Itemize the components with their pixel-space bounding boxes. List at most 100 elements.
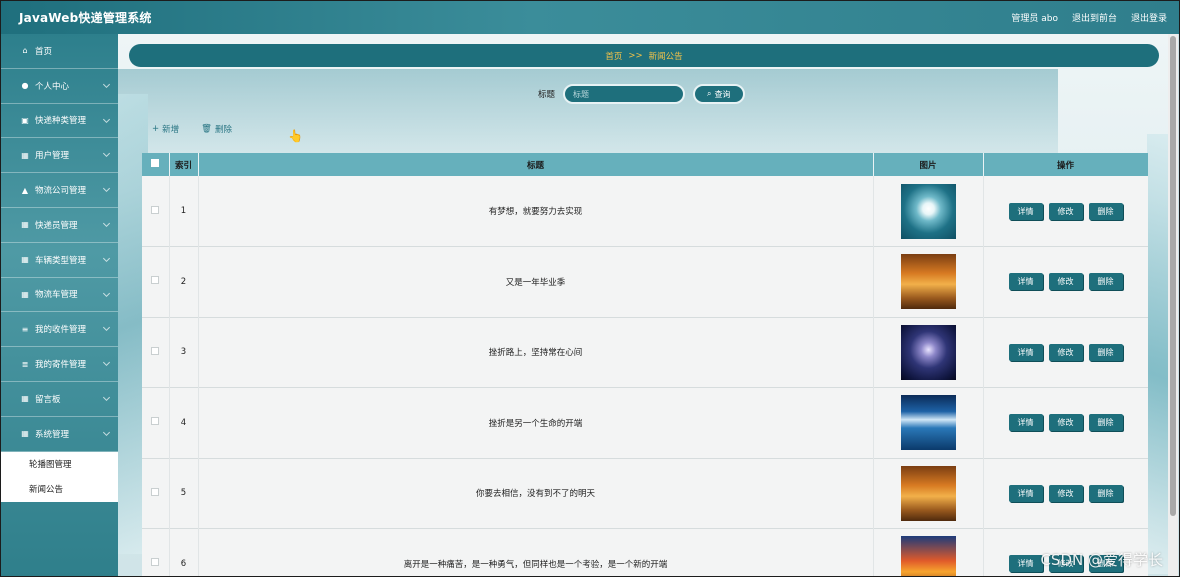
plus-icon: + <box>152 124 160 134</box>
detail-button[interactable]: 详情 <box>1008 273 1043 291</box>
table-row[interactable]: 6 离开是一种痛苦，是一种勇气，但同样也是一个考验，是一个新的开端 详情 修改 删除 <box>142 528 1148 576</box>
sidebar-item-label: 快递种类管理 <box>35 116 87 127</box>
sidebar-item-8[interactable]: ≡ 我的收件管理 <box>1 312 118 348</box>
delete-button[interactable]: 删除 <box>1088 414 1123 432</box>
table-row[interactable]: 5 你要去相信，没有到不了的明天 详情 修改 删除 <box>142 458 1148 529</box>
delete-button[interactable]: 删除 <box>1088 273 1123 291</box>
chevron-down-icon <box>102 115 111 123</box>
edit-button[interactable]: 修改 <box>1048 202 1083 220</box>
sidebar-item-3[interactable]: ▦ 用户管理 <box>1 138 118 174</box>
front-link[interactable]: 退出到前台 <box>1072 11 1117 24</box>
table-row[interactable]: 2 又是一年毕业季 详情 修改 删除 <box>142 246 1148 317</box>
submenu-carousel[interactable]: 轮播图管理 <box>1 452 118 477</box>
row-select-cell <box>142 387 170 458</box>
row-checkbox[interactable] <box>151 205 160 214</box>
sidebar: ⌂ 首页 ● 个人中心 ▣ 快递种类管理 ▦ 用户管理 ▲ 物流公司管理 ▦ 快递员管理 ▦ 车辆类型管理… <box>1 34 118 576</box>
admin-label[interactable]: 管理员 abo <box>1011 11 1058 24</box>
breadcrumb-home[interactable]: 首页 <box>605 50 622 62</box>
sidebar-item-9[interactable]: ≣ 我的寄件管理 <box>1 347 118 382</box>
row-checkbox[interactable] <box>151 487 160 496</box>
header-title: 标题 <box>198 153 874 176</box>
chevron-down-icon <box>102 428 111 436</box>
detail-button[interactable]: 详情 <box>1008 555 1043 573</box>
sidebar-item-label: 系统管理 <box>35 429 70 440</box>
sidebar-item-label: 我的收件管理 <box>35 325 87 336</box>
table-row[interactable]: 1 有梦想，就要努力去实现 详情 修改 删除 <box>142 176 1148 247</box>
row-index: 5 <box>169 458 199 529</box>
logout-link[interactable]: 退出登录 <box>1131 11 1167 24</box>
row-index: 6 <box>169 528 199 576</box>
search-row: 标题 ⌕ 查询 <box>538 84 745 104</box>
detail-button[interactable]: 详情 <box>1008 484 1043 502</box>
detail-button[interactable]: 详情 <box>1008 202 1043 220</box>
row-checkbox[interactable] <box>151 558 160 567</box>
row-index: 4 <box>169 387 199 458</box>
add-button[interactable]: + 新增 <box>152 123 179 135</box>
chevron-down-icon <box>102 80 111 88</box>
select-all-checkbox[interactable] <box>151 159 160 167</box>
row-select-cell <box>142 528 170 576</box>
chevron-down-icon <box>102 359 111 367</box>
sidebar-item-2[interactable]: ▣ 快递种类管理 <box>1 104 118 139</box>
row-title: 有梦想，就要努力去实现 <box>198 176 874 247</box>
vertical-scrollbar[interactable] <box>1168 34 1178 576</box>
sliders-icon: ≡ <box>21 324 29 334</box>
watermark: CSDN @爱得学长 <box>1040 551 1163 569</box>
news-table-container: 索引 标题 图片 操作 1 有梦想，就要努力去实现 详情 修改 删除 2 又是一年毕业季 详情… <box>142 153 1148 576</box>
sidebar-item-7[interactable]: ▦ 物流车管理 <box>1 278 118 313</box>
breadcrumb-separator: >> <box>628 50 643 61</box>
sidebar-item-label: 留言板 <box>35 394 61 405</box>
delete-button[interactable]: 删除 <box>1088 202 1123 220</box>
app-title: JavaWeb快递管理系统 <box>19 11 152 25</box>
detail-button[interactable]: 详情 <box>1008 343 1043 361</box>
table-row[interactable]: 3 挫折路上，坚持常在心间 详情 修改 删除 <box>142 317 1148 388</box>
chevron-down-icon <box>102 150 111 158</box>
ticket-icon: ▣ <box>21 115 29 125</box>
row-checkbox[interactable] <box>151 276 160 285</box>
edit-button[interactable]: 修改 <box>1048 273 1083 291</box>
chevron-down-icon <box>102 324 111 332</box>
submenu-news[interactable]: 新闻公告 <box>1 477 118 502</box>
sidebar-item-label: 我的寄件管理 <box>35 360 87 371</box>
night-sky-image <box>900 324 956 380</box>
row-actions-cell: 详情 修改 删除 <box>983 387 1148 458</box>
sidebar-item-4[interactable]: ▲ 物流公司管理 <box>1 173 118 208</box>
row-checkbox[interactable] <box>151 346 160 355</box>
row-image-cell <box>873 317 984 388</box>
home-icon: ⌂ <box>22 46 28 56</box>
row-image-cell <box>873 176 984 247</box>
row-actions-cell: 详情 修改 删除 <box>983 458 1148 529</box>
edit-button[interactable]: 修改 <box>1048 343 1083 361</box>
sidebar-item-label: 快递员管理 <box>35 220 78 231</box>
row-actions-cell: 详情 修改 删除 <box>983 176 1148 247</box>
row-index: 3 <box>169 317 199 388</box>
sidebar-item-label: 车辆类型管理 <box>35 255 87 266</box>
delete-selected-button[interactable]: 🗑 删除 <box>201 123 232 135</box>
row-checkbox[interactable] <box>151 417 160 426</box>
chevron-down-icon <box>102 185 111 193</box>
sidebar-item-5[interactable]: ▦ 快递员管理 <box>1 208 118 243</box>
sidebar-item-0[interactable]: ⌂ 首页 <box>1 34 118 69</box>
row-title: 挫折是另一个生命的开端 <box>198 387 874 458</box>
user-icon: ● <box>21 81 29 91</box>
edit-button[interactable]: 修改 <box>1048 414 1083 432</box>
search-input[interactable] <box>563 84 686 104</box>
sidebar-item-10[interactable]: ▦ 留言板 <box>1 382 118 417</box>
header-index: 索引 <box>169 153 199 176</box>
sidebar-item-11[interactable]: ▦ 系统管理 <box>1 417 118 452</box>
detail-button[interactable]: 详情 <box>1008 414 1043 432</box>
row-title: 又是一年毕业季 <box>198 246 874 317</box>
edit-button[interactable]: 修改 <box>1048 484 1083 502</box>
search-button[interactable]: ⌕ 查询 <box>693 84 745 104</box>
scrollbar-thumb[interactable] <box>1170 36 1176 516</box>
delete-button[interactable]: 删除 <box>1088 343 1123 361</box>
forest-image <box>900 254 956 310</box>
background-wave-right <box>1147 134 1169 574</box>
table-row[interactable]: 4 挫折是另一个生命的开端 详情 修改 删除 <box>142 387 1148 458</box>
header-image: 图片 <box>873 153 984 176</box>
chevron-down-icon <box>102 254 111 262</box>
sidebar-item-6[interactable]: ▦ 车辆类型管理 <box>1 243 118 278</box>
breadcrumb: 首页 >> 新闻公告 <box>129 44 1159 67</box>
delete-button[interactable]: 删除 <box>1088 484 1123 502</box>
sidebar-item-1[interactable]: ● 个人中心 <box>1 69 118 104</box>
